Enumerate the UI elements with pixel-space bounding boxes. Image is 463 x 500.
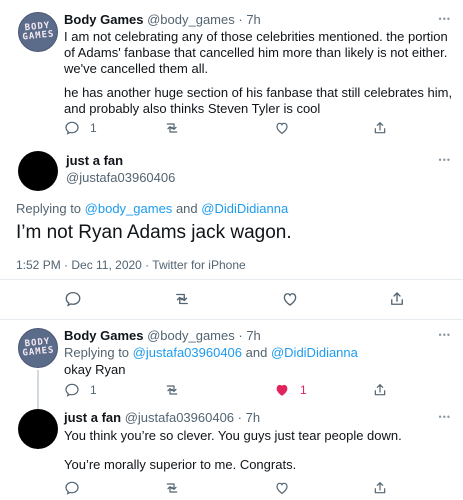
retweet-button[interactable] [164,120,180,136]
share-icon [391,292,403,305]
heart-icon [283,293,297,306]
tweet-time[interactable]: · 7h [238,12,260,27]
thread-line [37,370,39,410]
reply-button[interactable] [64,290,82,308]
display-name[interactable]: Body Games [64,328,143,343]
avatar[interactable] [18,151,58,191]
replying-to: Replying to @body_games and @DidiDidiann… [16,201,288,216]
avatar[interactable]: BODY GAMES [18,328,58,368]
tweet-time[interactable]: · 7h [238,410,260,425]
avatar-logo-text: BODY GAMES [21,20,55,43]
like-button[interactable] [274,120,290,136]
like-button[interactable] [281,290,299,308]
retweet-button[interactable] [164,382,180,398]
tweet-header: just a fan [66,153,123,168]
retweet-icon [166,385,178,395]
tweet-body-games-1[interactable]: BODY GAMES Body Games @body_games · 7h •… [0,0,463,145]
tweet-text: okay Ryan [64,362,126,377]
mention-link[interactable]: @justafa03960406 [133,345,242,360]
user-handle[interactable]: @justafa03960406 [125,410,234,425]
replying-label: Replying to [64,345,130,360]
tweet-header: Body Games @body_games · 7h [64,12,261,27]
share-icon [374,384,386,396]
like-button[interactable]: 1 [274,382,307,398]
avatar[interactable]: BODY GAMES [18,12,58,52]
focused-tweet-actions [0,290,463,308]
reply-icon [65,481,79,495]
tweet-header: Body Games @body_games · 7h [64,328,261,343]
heart-icon [276,122,288,135]
more-options-icon[interactable]: ••• [439,330,451,340]
reply-icon [65,383,79,397]
display-name[interactable]: Body Games [64,12,143,27]
tweet-text: I’m not Ryan Adams jack wagon. [16,222,292,243]
tweet-body-games-2[interactable]: BODY GAMES Body Games @body_games · 7h •… [0,320,463,410]
replying-and: and [245,345,268,360]
share-icon [374,482,386,494]
mention-link[interactable]: @DidiDidianna [201,201,288,216]
tweet-actions [64,480,394,498]
reply-icon [65,121,79,135]
share-button[interactable] [372,480,388,496]
display-name[interactable]: just a fan [66,153,123,168]
replying-and: and [175,201,198,216]
replying-to: Replying to @justafa03960406 and @DidiDi… [64,345,358,360]
retweet-icon [166,123,178,133]
heart-icon [276,482,288,495]
tweet-actions: 1 [64,120,394,138]
divider [0,279,463,280]
replying-label: Replying to [16,201,82,216]
display-name[interactable]: just a fan [64,410,121,425]
user-handle[interactable]: @body_games [147,328,235,343]
retweet-button[interactable] [164,480,180,496]
like-count: 1 [300,383,307,397]
mention-link[interactable]: @body_games [85,201,173,216]
tweet-actions: 1 1 [64,382,394,400]
like-button[interactable] [274,480,290,496]
tweet-text: I am not celebrating any of those celebr… [64,29,448,76]
tweet-time[interactable]: · 7h [238,328,260,343]
tweet-text-2: he has another huge section of his fanba… [64,85,453,116]
mention-link[interactable]: @DidiDidianna [271,345,358,360]
avatar-logo-text: BODY GAMES [21,336,55,359]
user-handle[interactable]: @body_games [147,12,235,27]
reply-count: 1 [90,383,97,397]
reply-button[interactable]: 1 [64,382,97,398]
more-options-icon[interactable]: ••• [439,155,451,165]
share-button[interactable] [372,120,388,136]
retweet-button[interactable] [173,290,191,308]
avatar[interactable] [18,409,58,449]
tweet-header: just a fan @justafa03960406 · 7h [64,410,260,425]
share-button[interactable] [372,382,388,398]
reply-count: 1 [90,121,97,135]
tweet-handle-row: @justafa03960406 [66,170,175,185]
reply-icon [65,291,81,307]
tweet-text-2: You’re morally superior to me. Congrats. [64,457,297,472]
reply-button[interactable]: 1 [64,120,97,136]
tweet-text: You think you’re so clever. You guys jus… [64,428,402,443]
more-options-icon[interactable]: ••• [439,412,451,422]
tweet-timestamp[interactable]: 1:52 PM · Dec 11, 2020 · Twitter for iPh… [16,258,246,272]
retweet-icon [176,293,188,305]
more-options-icon[interactable]: ••• [439,14,451,24]
tweet-just-a-fan-reply[interactable]: just a fan @justafa03960406 · 7h ••• You… [0,405,463,500]
heart-filled-icon [276,384,288,396]
reply-button[interactable] [64,480,80,496]
retweet-icon [166,483,178,493]
share-icon [374,122,386,134]
share-button[interactable] [388,290,406,308]
user-handle[interactable]: @justafa03960406 [66,170,175,185]
